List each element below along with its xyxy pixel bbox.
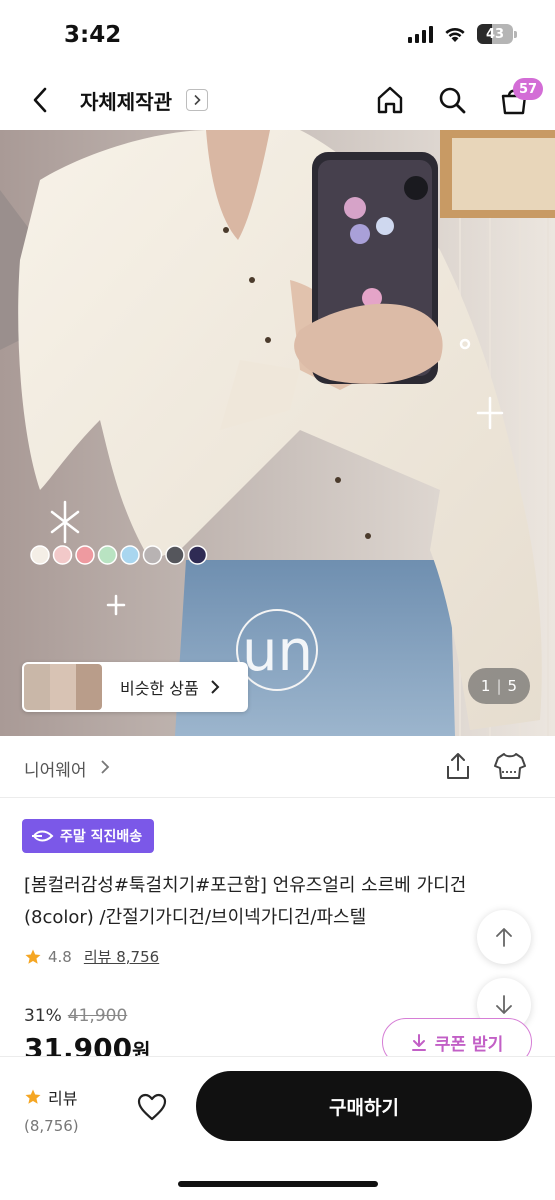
rating-value: 4.8 [48, 947, 72, 966]
chevron-right-icon [210, 680, 220, 694]
home-icon [377, 86, 403, 114]
discount-rate: 31% [24, 1006, 62, 1026]
chevron-left-icon [33, 87, 47, 113]
cellular-signal-icon [408, 25, 433, 43]
brand-link[interactable]: 니어웨어 [24, 756, 87, 781]
color-swatch [75, 545, 95, 565]
delivery-badge: 주말 직진배송 [22, 819, 155, 853]
brand-row: 니어웨어 [0, 736, 555, 798]
bottom-review-label: 리뷰 [48, 1089, 78, 1108]
battery-percent: 43 [485, 26, 505, 42]
arrow-up-icon [496, 928, 512, 947]
battery-icon: 43 [477, 24, 517, 44]
star-icon [25, 949, 41, 964]
color-swatch [97, 545, 118, 565]
title-chevron-button[interactable] [186, 89, 208, 111]
search-button[interactable] [432, 80, 472, 120]
bottom-review-count: (8,756) [24, 1117, 79, 1135]
fast-delivery-icon [32, 830, 54, 842]
image-counter-current: 1 [480, 677, 491, 695]
similar-products-button[interactable]: 비슷한 상품 [22, 662, 248, 712]
delivery-label: 주말 직진배송 [60, 829, 143, 845]
home-indicator [178, 1181, 378, 1187]
page-title[interactable]: 자체제작관 [80, 86, 172, 115]
share-icon [447, 753, 469, 779]
image-counter: 1 | 5 [468, 668, 530, 704]
status-icons: 43 [408, 24, 517, 44]
cart-count-badge: 57 [513, 78, 544, 100]
home-button[interactable] [370, 80, 410, 120]
watermark-text: un [242, 619, 313, 684]
similar-products-label: 비슷한 상품 [120, 679, 199, 698]
wifi-icon [445, 27, 465, 42]
back-button[interactable] [22, 82, 58, 118]
bottom-review-button[interactable]: 리뷰 (8,756) [24, 1085, 88, 1135]
product-title-line2: (8color) /간절기가디건/브이넥가디건/파스텔 [24, 907, 367, 928]
like-button[interactable] [130, 1085, 174, 1129]
status-bar: 3:42 43 [0, 0, 555, 72]
color-swatch [187, 545, 208, 565]
image-counter-separator: | [496, 677, 502, 695]
heart-icon [137, 1093, 167, 1121]
image-counter-total: 5 [507, 677, 518, 695]
similar-products-thumbnail [24, 664, 102, 710]
status-time: 3:42 [64, 22, 122, 48]
product-photo: un [0, 130, 555, 736]
product-title: [봄컬러감성#툭걸치기#포근함] 언유즈얼리 소르베 가디건 (8color) … [24, 870, 534, 934]
color-swatch [165, 545, 185, 565]
search-icon [439, 87, 466, 114]
size-fit-button[interactable] [492, 750, 528, 782]
original-price: 41,900 [67, 1006, 128, 1026]
product-title-line1: [봄컬러감성#툭걸치기#포근함] 언유즈얼리 소르베 가디건 [24, 875, 467, 896]
share-button[interactable] [442, 750, 474, 782]
color-swatch [142, 545, 163, 565]
star-icon [25, 1089, 41, 1104]
product-image[interactable]: un 비슷한 상품 1 | 5 [0, 130, 555, 736]
coupon-label: 쿠폰 받기 [434, 1034, 504, 1055]
discount-row: 31% 41,900 [24, 1006, 127, 1026]
clothing-fit-icon [494, 753, 526, 779]
review-link[interactable]: 리뷰 8,756 [84, 946, 159, 967]
bottom-action-bar: 리뷰 (8,756) 구매하기 [0, 1056, 555, 1200]
color-swatch [30, 545, 50, 565]
top-nav: 자체제작관 [0, 72, 555, 128]
buy-button[interactable]: 구매하기 [196, 1071, 532, 1141]
chevron-right-icon [194, 94, 201, 106]
rating-row: 4.8 리뷰 8,756 [24, 946, 159, 967]
color-swatch [52, 545, 73, 565]
download-icon [411, 1034, 426, 1051]
scroll-top-button[interactable] [477, 910, 531, 964]
arrow-down-icon [496, 995, 512, 1014]
chevron-right-icon [101, 760, 110, 774]
color-swatch [120, 545, 140, 565]
